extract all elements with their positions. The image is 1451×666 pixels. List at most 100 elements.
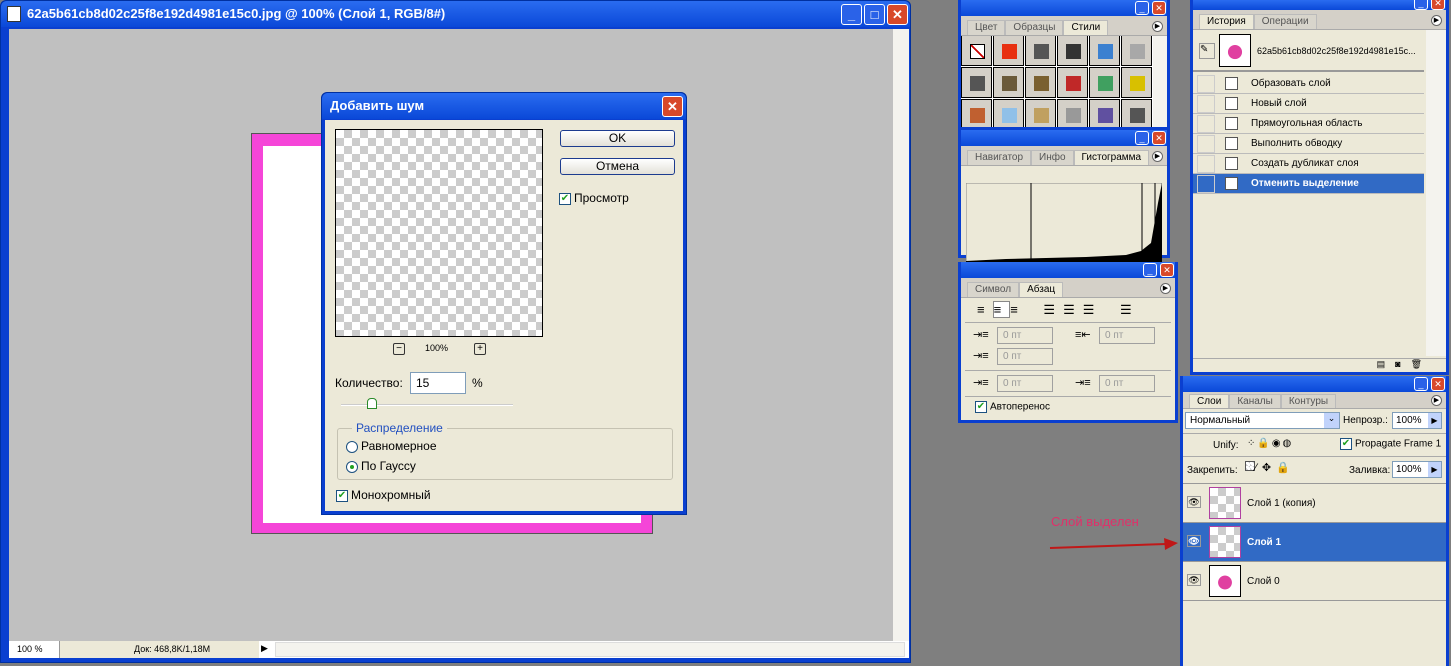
tab-character[interactable]: Символ (967, 282, 1020, 297)
tab-layers[interactable]: Слои (1189, 394, 1230, 408)
lock-icons[interactable]: ∕✥🔒 (1245, 461, 1295, 474)
eye-icon[interactable]: 👁 (1187, 574, 1201, 586)
style-swatch[interactable] (993, 99, 1024, 127)
style-swatch[interactable] (993, 67, 1024, 98)
tab-swatches[interactable]: Образцы (1005, 20, 1064, 35)
style-swatch[interactable] (1089, 67, 1120, 98)
trash-icon[interactable]: 🗑 (1411, 359, 1432, 369)
panel-minimize-button[interactable]: _ (1135, 131, 1149, 145)
history-scrollbar[interactable] (1426, 30, 1446, 356)
monochrome-checkbox[interactable]: ✔ Монохромный (336, 488, 431, 502)
style-swatch[interactable] (1121, 36, 1152, 66)
tab-history[interactable]: История (1199, 14, 1254, 29)
history-item[interactable]: Отменить выделение (1193, 174, 1424, 194)
zoom-level[interactable]: 100 % (17, 644, 43, 654)
amount-input[interactable]: 15 (410, 372, 466, 394)
gaussian-radio[interactable]: По Гауссу (346, 459, 416, 473)
history-source-box[interactable] (1197, 155, 1215, 173)
panel-close-button[interactable]: ✕ (1431, 377, 1445, 391)
panel-close-button[interactable]: ✕ (1152, 1, 1166, 15)
history-source-box[interactable] (1197, 75, 1215, 93)
style-swatch[interactable] (1121, 67, 1152, 98)
history-source-box[interactable] (1197, 135, 1215, 153)
style-swatch[interactable] (1057, 36, 1088, 66)
tab-info[interactable]: Инфо (1031, 150, 1074, 165)
status-menu-arrow[interactable]: ▶ (261, 643, 268, 654)
tab-channels[interactable]: Каналы (1229, 394, 1281, 408)
tab-color[interactable]: Цвет (967, 20, 1006, 35)
indent-right-field[interactable]: 0 пт (1099, 327, 1155, 344)
style-swatch[interactable] (961, 36, 992, 66)
style-swatch[interactable] (1057, 67, 1088, 98)
align-center-icon[interactable]: ≡ (992, 301, 1011, 318)
panel-close-button[interactable]: ✕ (1160, 263, 1174, 277)
style-swatch[interactable] (1057, 99, 1088, 127)
vertical-scrollbar[interactable] (893, 29, 909, 641)
fill-arrow-icon[interactable]: ▶ (1428, 462, 1441, 477)
panel-menu-icon[interactable]: ▶ (1431, 15, 1442, 26)
align-left-icon[interactable]: ≡ (977, 302, 993, 317)
style-swatch[interactable] (1121, 99, 1152, 127)
justify-center-icon[interactable]: ☰ (1063, 302, 1083, 317)
history-source-box[interactable] (1197, 175, 1215, 193)
justify-all-icon[interactable]: ☰ (1120, 302, 1140, 317)
space-after-field[interactable]: 0 пт (1099, 375, 1155, 392)
hyphenate-checkbox[interactable]: ✔ Автоперенос (975, 401, 1050, 413)
style-swatch[interactable] (1025, 67, 1056, 98)
document-title-bar[interactable]: 62a5b61cb8d02c25f8e192d4981e15c0.jpg @ 1… (1, 1, 910, 27)
history-item[interactable]: Новый слой (1193, 94, 1424, 114)
history-item[interactable]: Прямоугольная область (1193, 114, 1424, 134)
style-swatch[interactable] (1089, 36, 1120, 66)
tab-styles[interactable]: Стили (1063, 20, 1109, 35)
preview-checkbox[interactable]: ✔ Просмотр (559, 191, 629, 205)
snapshot-icon[interactable]: ◙ (1395, 359, 1410, 369)
minimize-button[interactable]: _ (841, 4, 862, 25)
eye-icon[interactable]: 👁 (1187, 496, 1201, 508)
style-swatch[interactable] (1025, 99, 1056, 127)
panel-minimize-button[interactable]: _ (1414, 377, 1428, 391)
panel-close-button[interactable]: ✕ (1431, 0, 1445, 10)
history-source-box[interactable] (1197, 115, 1215, 133)
cancel-button[interactable]: Отмена (560, 158, 675, 175)
tab-histogram[interactable]: Гистограмма (1073, 150, 1150, 165)
history-source-box[interactable] (1197, 95, 1215, 113)
panel-minimize-button[interactable]: _ (1414, 0, 1428, 10)
history-brush-icon[interactable]: ✎ (1199, 43, 1215, 59)
new-document-icon[interactable]: ▤ (1377, 359, 1396, 369)
style-swatch[interactable] (993, 36, 1024, 66)
style-swatch[interactable] (1025, 36, 1056, 66)
panel-minimize-button[interactable]: _ (1135, 1, 1149, 15)
status-icon[interactable] (59, 641, 89, 658)
space-before-field[interactable]: 0 пт (997, 375, 1053, 392)
history-item[interactable]: Образовать слой (1193, 74, 1424, 94)
dialog-title-bar[interactable]: Добавить шум ✕ (322, 93, 686, 119)
panel-menu-icon[interactable]: ▶ (1152, 21, 1163, 32)
zoom-in-button[interactable]: + (474, 343, 486, 355)
uniform-radio[interactable]: Равномерное (346, 439, 437, 453)
panel-close-button[interactable]: ✕ (1152, 131, 1166, 145)
styles-scrollbar[interactable] (1153, 36, 1167, 127)
opacity-arrow-icon[interactable]: ▶ (1428, 413, 1441, 428)
style-swatch[interactable] (961, 67, 992, 98)
dialog-close-button[interactable]: ✕ (662, 96, 683, 117)
style-swatch[interactable] (961, 99, 992, 127)
eye-icon[interactable]: 👁 (1187, 535, 1201, 547)
justify-left-icon[interactable]: ☰ (1043, 302, 1063, 317)
blend-mode-select[interactable]: Нормальный ⌄ (1185, 412, 1340, 429)
zoom-out-button[interactable]: − (393, 343, 405, 355)
style-swatch[interactable] (1089, 99, 1120, 127)
horizontal-scrollbar[interactable] (275, 642, 905, 657)
tab-paths[interactable]: Контуры (1280, 394, 1337, 408)
layer-row[interactable]: 👁 Слой 1 (копия) (1183, 484, 1446, 523)
amount-slider-thumb[interactable] (367, 398, 377, 409)
unify-icons[interactable]: ⁘🔒◉◍ (1247, 438, 1293, 449)
maximize-button[interactable]: □ (864, 4, 885, 25)
fill-input[interactable]: 100% ▶ (1392, 461, 1442, 478)
panel-minimize-button[interactable]: _ (1143, 263, 1157, 277)
panel-menu-icon[interactable]: ▶ (1160, 283, 1171, 294)
opacity-input[interactable]: 100% ▶ (1392, 412, 1442, 429)
history-snapshot[interactable]: ✎ 62a5b61cb8d02c25f8e192d4981e15c... (1193, 30, 1424, 72)
layer-row[interactable]: 👁 Слой 0 (1183, 562, 1446, 601)
justify-right-icon[interactable]: ☰ (1083, 302, 1103, 317)
propagate-frame-checkbox[interactable]: ✔ Propagate Frame 1 (1340, 438, 1441, 450)
